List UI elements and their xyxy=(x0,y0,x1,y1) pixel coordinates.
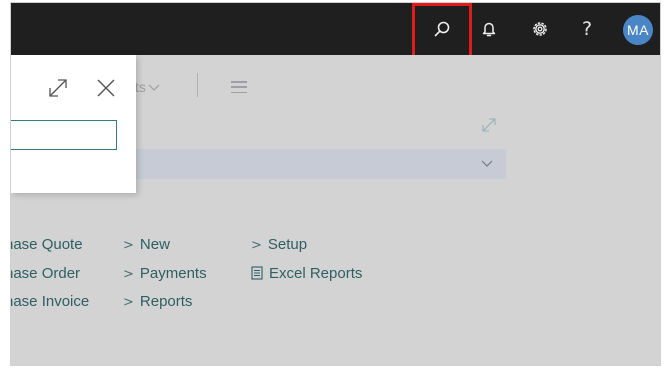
setup-links: > Setup Excel Reports xyxy=(251,231,362,288)
link-excel-reports[interactable]: Excel Reports xyxy=(251,260,362,289)
toolbar-divider xyxy=(197,73,198,97)
link-new-label: New xyxy=(139,236,170,253)
action-links: > New > Payments > Reports xyxy=(123,231,207,317)
expand-icon[interactable] xyxy=(481,117,497,133)
actions-menu[interactable]: ts xyxy=(135,79,160,95)
bell-icon[interactable] xyxy=(469,3,509,55)
avatar[interactable]: MA xyxy=(623,15,653,45)
chevron-right-icon: > xyxy=(251,238,262,253)
link-payments[interactable]: > Payments xyxy=(123,260,207,289)
actions-menu-label: ts xyxy=(135,79,146,95)
chevron-right-icon: > xyxy=(123,238,134,253)
gear-icon[interactable] xyxy=(520,3,560,55)
hamburger-menu-icon[interactable] xyxy=(231,81,247,93)
help-label: ? xyxy=(581,18,593,40)
search-input[interactable] xyxy=(11,120,117,150)
chevron-right-icon: > xyxy=(123,295,134,310)
search-panel xyxy=(11,55,136,193)
link-new[interactable]: > New xyxy=(123,231,207,260)
link-purchase-order[interactable]: hase Order xyxy=(11,260,89,289)
link-reports-label: Reports xyxy=(139,293,193,310)
link-purchase-quote[interactable]: hase Quote xyxy=(11,231,89,260)
search-icon[interactable] xyxy=(422,3,462,55)
chevron-right-icon: > xyxy=(123,266,134,282)
link-setup-label: Setup xyxy=(267,236,308,253)
help-icon[interactable]: ? xyxy=(567,3,607,55)
document-icon xyxy=(251,265,263,280)
expand-icon[interactable] xyxy=(47,77,69,99)
purchase-links: hase Quote hase Order hase Invoice xyxy=(11,231,89,317)
link-excel-reports-label: Excel Reports xyxy=(269,264,363,282)
app-window: ? MA ts hase Quote hase Order hase Invoi… xyxy=(10,2,661,366)
link-reports[interactable]: > Reports xyxy=(123,288,207,317)
top-app-bar: ? MA xyxy=(11,3,660,58)
chevron-down-icon[interactable] xyxy=(479,155,495,171)
link-payments-label: Payments xyxy=(139,264,207,282)
close-icon[interactable] xyxy=(95,77,117,99)
link-setup[interactable]: > Setup xyxy=(251,231,362,260)
chevron-down-icon xyxy=(148,84,160,91)
link-purchase-invoice[interactable]: hase Invoice xyxy=(11,288,89,317)
